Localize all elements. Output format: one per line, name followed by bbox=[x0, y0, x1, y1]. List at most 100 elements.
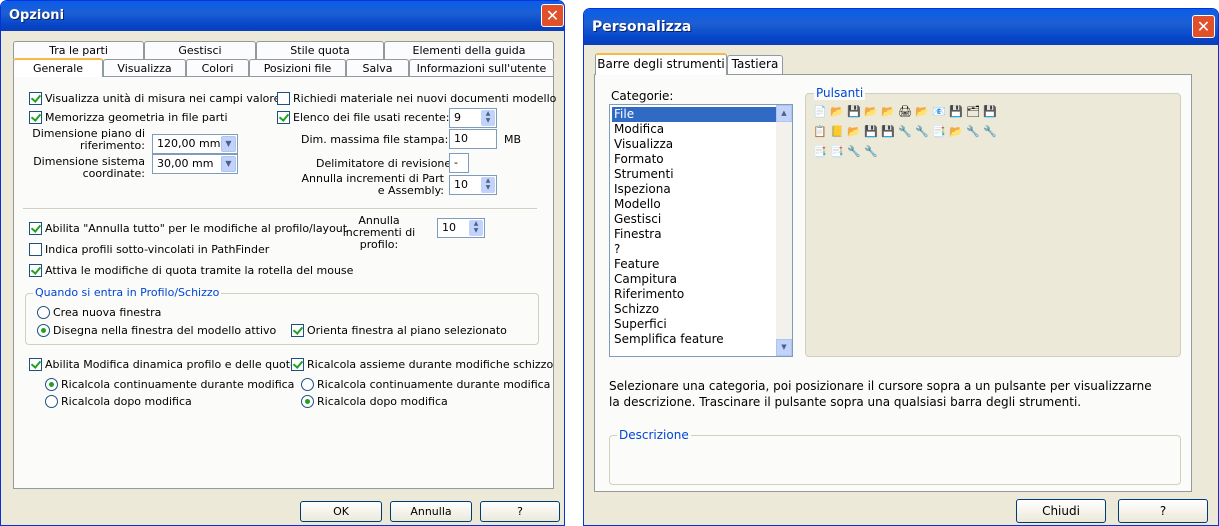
toolbar-button-icon[interactable]: 📂 bbox=[847, 125, 861, 139]
chevron-down-icon[interactable]: ▼ bbox=[221, 136, 236, 152]
chevron-up-icon[interactable]: ▲ bbox=[776, 105, 792, 122]
checkbox-richiedi-materiale[interactable] bbox=[277, 92, 290, 105]
dim-massima-input[interactable]: 10 bbox=[449, 129, 497, 149]
tab-generale[interactable]: Generale bbox=[13, 58, 103, 77]
list-item[interactable]: Finestra bbox=[612, 227, 662, 242]
dim-piano-select[interactable]: 120,00 mm ▼ bbox=[152, 134, 238, 154]
radio-crea-finestra[interactable] bbox=[37, 306, 50, 319]
radio-ricalcola-continuamente-1[interactable] bbox=[45, 378, 58, 391]
toolbar-button-icon[interactable]: 🔧 bbox=[983, 125, 997, 139]
tab-salva[interactable]: Salva bbox=[346, 59, 409, 77]
annulla-incrementi-spinner[interactable]: 10 ▲ ▼ bbox=[449, 175, 497, 195]
chevron-down-icon[interactable]: ▼ bbox=[221, 156, 236, 172]
help-button[interactable]: ? bbox=[1118, 499, 1208, 523]
list-item[interactable]: Gestisci bbox=[612, 212, 661, 227]
toolbar-button-icon[interactable]: 🔧 bbox=[898, 125, 912, 139]
personalizza-titlebar[interactable]: Personalizza ✕ bbox=[584, 9, 1218, 45]
checkbox-orienta-finestra[interactable] bbox=[291, 324, 304, 337]
annulla-incrementi-value: 10 bbox=[454, 178, 468, 191]
radio-ricalcola-continuamente-2[interactable] bbox=[301, 378, 314, 391]
toolbar-button-icon[interactable]: 🖨 bbox=[898, 105, 912, 119]
toolbar-button-icon[interactable]: 🔧 bbox=[966, 125, 980, 139]
list-item[interactable]: Strumenti bbox=[612, 167, 674, 182]
tab-barre-strumenti[interactable]: Barre degli strumenti bbox=[595, 53, 727, 75]
toolbar-button-icon[interactable]: 📂 bbox=[949, 125, 963, 139]
annulla-profilo-spinner[interactable]: 10 ▲ ▼ bbox=[437, 218, 485, 238]
spinner-arrows-icon[interactable]: ▲ ▼ bbox=[469, 220, 483, 236]
label-visualizza-unita: Visualizza unità di misura nei campi val… bbox=[45, 92, 281, 105]
radio-ricalcola-dopo-2[interactable] bbox=[301, 395, 314, 408]
toolbar-button-icon[interactable]: 📂 bbox=[864, 105, 878, 119]
spinner-arrows-icon[interactable]: ▲ ▼ bbox=[481, 110, 495, 126]
toolbar-button-icon[interactable]: 📂 bbox=[881, 105, 895, 119]
tab-colori[interactable]: Colori bbox=[186, 59, 249, 77]
toolbar-button-icon[interactable]: 💾 bbox=[949, 105, 963, 119]
help-button[interactable]: ? bbox=[480, 501, 560, 522]
close-icon[interactable]: ✕ bbox=[541, 4, 564, 27]
scrollbar[interactable]: ▲ ▼ bbox=[776, 105, 792, 356]
toolbar-button-icon[interactable]: 📋 bbox=[813, 125, 827, 139]
list-item[interactable]: Ispeziona bbox=[612, 182, 671, 197]
elenco-file-spinner[interactable]: 9 ▲ ▼ bbox=[449, 108, 497, 128]
list-item[interactable]: Riferimento bbox=[612, 287, 684, 302]
checkbox-ricalcola-assieme[interactable] bbox=[291, 358, 304, 371]
chevron-down-icon[interactable]: ▼ bbox=[776, 339, 792, 356]
chiudi-button[interactable]: Chiudi bbox=[1016, 499, 1106, 523]
toolbar-button-icon[interactable]: 💾 bbox=[983, 105, 997, 119]
opzioni-titlebar[interactable]: Opzioni ✕ bbox=[1, 1, 564, 31]
checkbox-elenco-file[interactable] bbox=[277, 111, 290, 124]
list-item[interactable]: Semplifica feature bbox=[612, 332, 724, 347]
list-item[interactable]: Modifica bbox=[612, 122, 664, 137]
list-item[interactable]: Visualizza bbox=[612, 137, 673, 152]
toolbar-button-icon[interactable]: 📧 bbox=[932, 105, 946, 119]
label-abilita-annulla: Abilita "Annulla tutto" per le modifiche… bbox=[45, 222, 348, 235]
close-icon[interactable]: ✕ bbox=[1192, 15, 1215, 38]
checkbox-memorizza-geometria[interactable] bbox=[29, 111, 42, 124]
spinner-arrows-icon[interactable]: ▲ ▼ bbox=[481, 177, 495, 193]
tab-tastiera[interactable]: Tastiera bbox=[727, 55, 783, 75]
list-item[interactable]: Schizzo bbox=[612, 302, 659, 317]
dim-sistema-select[interactable]: 30,00 mm ▼ bbox=[152, 154, 238, 174]
checkbox-abilita-annulla[interactable] bbox=[29, 222, 42, 235]
toolbar-button-icon[interactable]: 💾 bbox=[881, 125, 895, 139]
toolbar-button-icon[interactable]: 🔧 bbox=[847, 145, 861, 159]
checkbox-indica-profili[interactable] bbox=[29, 243, 42, 256]
toolbar-button-icon[interactable]: 🗂 bbox=[966, 105, 980, 119]
list-item[interactable]: Formato bbox=[612, 152, 664, 167]
tab-posizioni-file[interactable]: Posizioni file bbox=[249, 59, 346, 77]
tab-gestisci[interactable]: Gestisci bbox=[144, 41, 256, 59]
toolbar-button-icon[interactable]: 📑 bbox=[932, 125, 946, 139]
list-item[interactable]: Feature bbox=[612, 257, 659, 272]
toolbar-button-icon[interactable]: 📒 bbox=[830, 125, 844, 139]
toolbar-button-icon[interactable]: 💾 bbox=[847, 105, 861, 119]
delimitatore-input[interactable]: - bbox=[449, 153, 469, 173]
list-item[interactable]: Campitura bbox=[612, 272, 677, 287]
label-elenco-file: Elenco dei file usati recente: bbox=[293, 111, 450, 124]
list-item[interactable]: File bbox=[612, 107, 776, 122]
radio-disegna-finestra[interactable] bbox=[37, 324, 50, 337]
checkbox-attiva-modifiche[interactable] bbox=[29, 264, 42, 277]
toolbar-button-icon[interactable]: 📂 bbox=[915, 105, 929, 119]
annulla-button[interactable]: Annulla bbox=[390, 501, 472, 522]
toolbar-button-icon[interactable]: 💾 bbox=[864, 125, 878, 139]
toolbar-button-icon[interactable]: 📑 bbox=[830, 145, 844, 159]
tab-elementi-guida[interactable]: Elementi della guida bbox=[384, 41, 554, 59]
tab-tra-le-parti[interactable]: Tra le parti bbox=[13, 41, 144, 59]
list-item[interactable]: ? bbox=[612, 242, 620, 257]
list-item[interactable]: Modello bbox=[612, 197, 661, 212]
tab-visualizza[interactable]: Visualizza bbox=[103, 59, 186, 77]
tab-informazioni-utente[interactable]: Informazioni sull'utente bbox=[409, 59, 554, 77]
toolbar-button-icon[interactable]: 📑 bbox=[813, 145, 827, 159]
label-indica-profili: Indica profili sotto-vincolati in PathFi… bbox=[45, 243, 270, 256]
toolbar-button-icon[interactable]: 🔧 bbox=[864, 145, 878, 159]
tab-stile-quota[interactable]: Stile quota bbox=[256, 41, 384, 59]
toolbar-button-icon[interactable]: 📂 bbox=[830, 105, 844, 119]
checkbox-abilita-modifica[interactable] bbox=[29, 358, 42, 371]
ok-button[interactable]: OK bbox=[300, 501, 382, 522]
toolbar-button-icon[interactable]: 📄 bbox=[813, 105, 827, 119]
list-item[interactable]: Superfici bbox=[612, 317, 667, 332]
toolbar-button-icon[interactable]: 🔧 bbox=[915, 125, 929, 139]
categorie-list[interactable]: File Modifica Visualizza Formato Strumenti Is… bbox=[609, 104, 793, 357]
checkbox-visualizza-unita[interactable] bbox=[29, 92, 42, 105]
radio-ricalcola-dopo-1[interactable] bbox=[45, 395, 58, 408]
